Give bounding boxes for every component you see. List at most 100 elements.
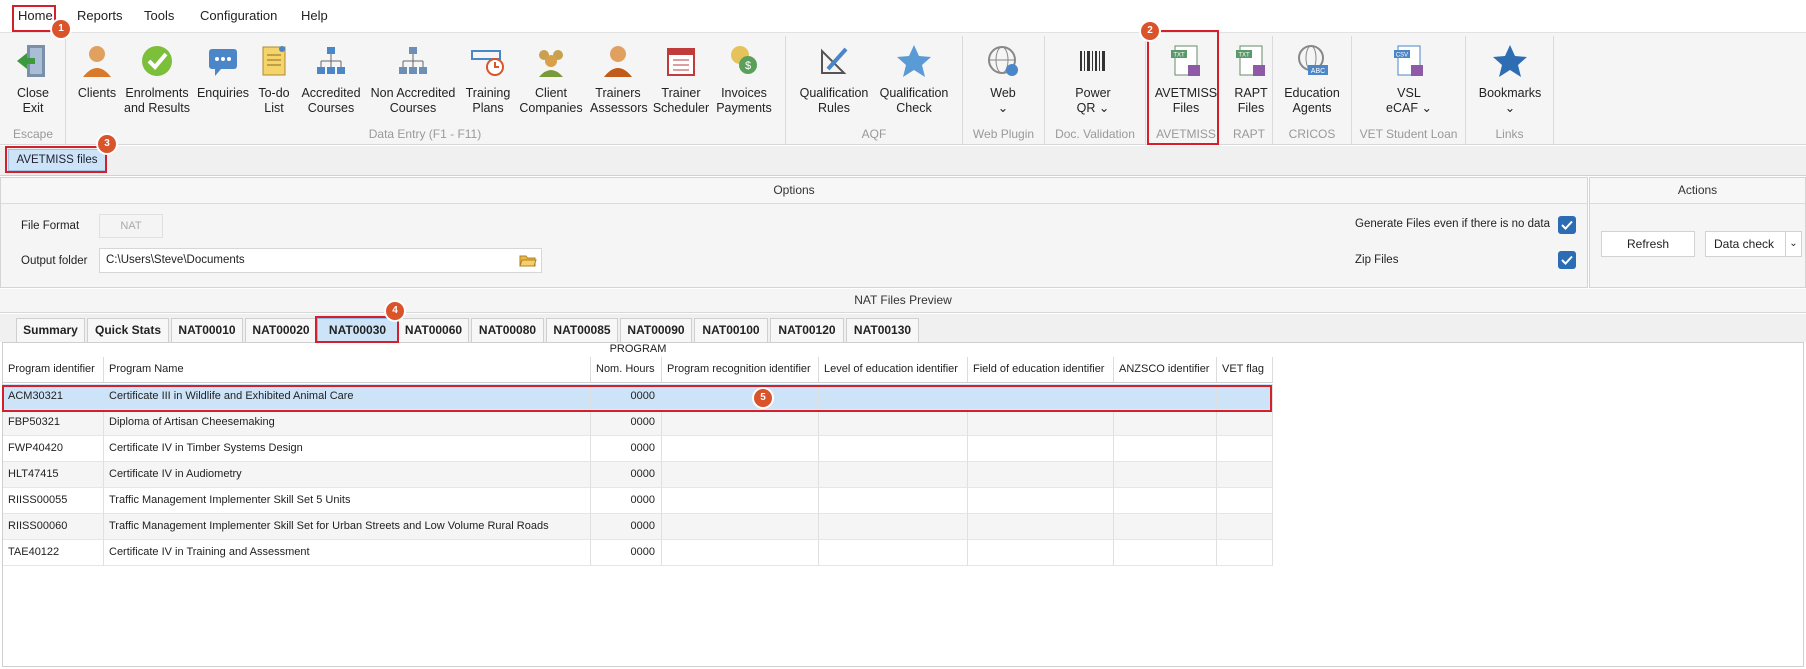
open-folder-icon[interactable] xyxy=(519,253,537,268)
table-cell[interactable] xyxy=(1217,488,1273,514)
table-cell[interactable]: HLT47415 xyxy=(3,462,104,488)
avetmiss-files-button[interactable]: TXT AVETMISS Files xyxy=(1150,41,1222,116)
table-cell[interactable]: ACM30321 xyxy=(3,384,104,410)
output-folder-field[interactable]: C:\Users\Steve\Documents xyxy=(99,248,542,273)
table-cell[interactable] xyxy=(1114,384,1217,410)
tab-summary[interactable]: Summary xyxy=(16,318,85,342)
table-cell[interactable]: RIISS00055 xyxy=(3,488,104,514)
tab-nat00080[interactable]: NAT00080 xyxy=(471,318,544,342)
menu-configuration[interactable]: Configuration xyxy=(200,8,277,23)
file-format-field[interactable]: NAT xyxy=(99,214,163,238)
table-cell[interactable] xyxy=(1114,514,1217,540)
qualification-check-button[interactable]: Qualification Check xyxy=(876,41,952,116)
column-header[interactable]: Level of education identifier xyxy=(819,357,968,383)
table-row[interactable]: RIISS00060 Traffic Management Implementer… xyxy=(3,514,1273,540)
table-cell[interactable]: 0000 xyxy=(591,540,662,566)
trainers-assessors-button[interactable]: Trainers Assessors xyxy=(590,41,648,116)
table-cell[interactable]: RIISS00060 xyxy=(3,514,104,540)
menu-help[interactable]: Help xyxy=(301,8,328,23)
table-cell[interactable]: TAE40122 xyxy=(3,540,104,566)
table-cell[interactable] xyxy=(1114,540,1217,566)
generate-files-checkbox[interactable] xyxy=(1558,216,1576,234)
clients-button[interactable]: Clients xyxy=(72,41,122,101)
table-cell[interactable] xyxy=(819,462,968,488)
table-cell[interactable] xyxy=(1114,436,1217,462)
column-header[interactable]: Program identifier xyxy=(3,357,104,383)
table-cell[interactable] xyxy=(819,384,968,410)
table-cell[interactable] xyxy=(819,410,968,436)
data-check-button[interactable]: Data check ⌄ xyxy=(1705,231,1802,257)
table-cell[interactable] xyxy=(1217,514,1273,540)
column-header[interactable]: Program recognition identifier xyxy=(662,357,819,383)
column-header[interactable]: VET flag xyxy=(1217,357,1273,383)
table-cell[interactable] xyxy=(968,410,1114,436)
table-row[interactable]: TAE40122 Certificate IV in Training and A… xyxy=(3,540,1273,566)
table-cell[interactable] xyxy=(968,462,1114,488)
tab-quick-stats[interactable]: Quick Stats xyxy=(87,318,169,342)
table-cell[interactable]: 0000 xyxy=(591,410,662,436)
chevron-down-icon[interactable]: ⌄ xyxy=(1785,232,1801,256)
table-cell[interactable] xyxy=(819,514,968,540)
table-cell[interactable] xyxy=(662,410,819,436)
tab-nat00010[interactable]: NAT00010 xyxy=(171,318,243,342)
non-accredited-courses-button[interactable]: Non Accredited Courses xyxy=(368,41,458,116)
refresh-button[interactable]: Refresh xyxy=(1601,231,1695,257)
avetmiss-files-doc-tab[interactable]: AVETMISS files xyxy=(8,149,106,171)
menu-reports[interactable]: Reports xyxy=(77,8,123,23)
training-plans-button[interactable]: Training Plans xyxy=(462,41,514,116)
table-cell[interactable] xyxy=(968,384,1114,410)
table-cell[interactable] xyxy=(662,436,819,462)
table-cell[interactable] xyxy=(1114,410,1217,436)
table-row[interactable]: HLT47415 Certificate IV in Audiometry 0000 xyxy=(3,462,1273,488)
column-header[interactable]: Nom. Hours xyxy=(591,357,662,383)
table-cell[interactable] xyxy=(662,384,819,410)
menu-tools[interactable]: Tools xyxy=(144,8,174,23)
table-cell[interactable]: 0000 xyxy=(591,514,662,540)
table-cell[interactable] xyxy=(662,514,819,540)
table-cell[interactable]: FBP50321 xyxy=(3,410,104,436)
tab-nat00130[interactable]: NAT00130 xyxy=(846,318,919,342)
table-cell[interactable] xyxy=(819,540,968,566)
bookmarks-button[interactable]: Bookmarks ⌄ xyxy=(1470,41,1550,116)
table-cell[interactable]: Diploma of Artisan Cheesemaking xyxy=(104,410,591,436)
qualification-rules-button[interactable]: Qualification Rules xyxy=(796,41,872,116)
table-cell[interactable] xyxy=(662,540,819,566)
education-agents-button[interactable]: ABC Education Agents xyxy=(1277,41,1347,116)
table-cell[interactable]: 0000 xyxy=(591,462,662,488)
column-header[interactable]: Program Name xyxy=(104,357,591,383)
table-cell[interactable]: Certificate III in Wildlife and Exhibite… xyxy=(104,384,591,410)
table-cell[interactable]: Certificate IV in Timber Systems Design xyxy=(104,436,591,462)
tab-nat00090[interactable]: NAT00090 xyxy=(620,318,692,342)
todo-list-button[interactable]: To-do List xyxy=(254,41,294,116)
invoices-payments-button[interactable]: $ Invoices Payments xyxy=(716,41,772,116)
table-cell[interactable]: Traffic Management Implementer Skill Set… xyxy=(104,488,591,514)
table-cell[interactable] xyxy=(819,488,968,514)
vsl-ecaf-button[interactable]: CSV VSL eCAF ⌄ xyxy=(1380,41,1438,116)
table-row[interactable]: ACM30321 Certificate III in Wildlife and … xyxy=(3,384,1273,410)
tab-nat00085[interactable]: NAT00085 xyxy=(546,318,618,342)
table-cell[interactable] xyxy=(968,436,1114,462)
table-row[interactable]: FBP50321 Diploma of Artisan Cheesemaking 0… xyxy=(3,410,1273,436)
table-cell[interactable] xyxy=(968,514,1114,540)
column-header[interactable]: Field of education identifier xyxy=(968,357,1114,383)
power-qr-button[interactable]: Power QR ⌄ xyxy=(1067,41,1119,116)
menu-home[interactable]: Home xyxy=(18,8,53,23)
table-cell[interactable]: Certificate IV in Training and Assessmen… xyxy=(104,540,591,566)
table-cell[interactable] xyxy=(1217,540,1273,566)
tab-nat00060[interactable]: NAT00060 xyxy=(398,318,469,342)
table-cell[interactable] xyxy=(662,488,819,514)
tab-nat00120[interactable]: NAT00120 xyxy=(770,318,844,342)
table-cell[interactable]: 0000 xyxy=(591,436,662,462)
tab-nat00030[interactable]: NAT00030 xyxy=(317,318,398,342)
table-cell[interactable]: Certificate IV in Audiometry xyxy=(104,462,591,488)
table-cell[interactable] xyxy=(968,540,1114,566)
accredited-courses-button[interactable]: Accredited Courses xyxy=(298,41,364,116)
table-cell[interactable]: FWP40420 xyxy=(3,436,104,462)
enquiries-button[interactable]: Enquiries xyxy=(195,41,251,101)
web-button[interactable]: Web ⌄ xyxy=(975,41,1031,116)
table-row[interactable]: FWP40420 Certificate IV in Timber Systems… xyxy=(3,436,1273,462)
zip-files-checkbox[interactable] xyxy=(1558,251,1576,269)
table-cell[interactable] xyxy=(662,462,819,488)
tab-nat00100[interactable]: NAT00100 xyxy=(694,318,768,342)
table-cell[interactable]: 0000 xyxy=(591,384,662,410)
